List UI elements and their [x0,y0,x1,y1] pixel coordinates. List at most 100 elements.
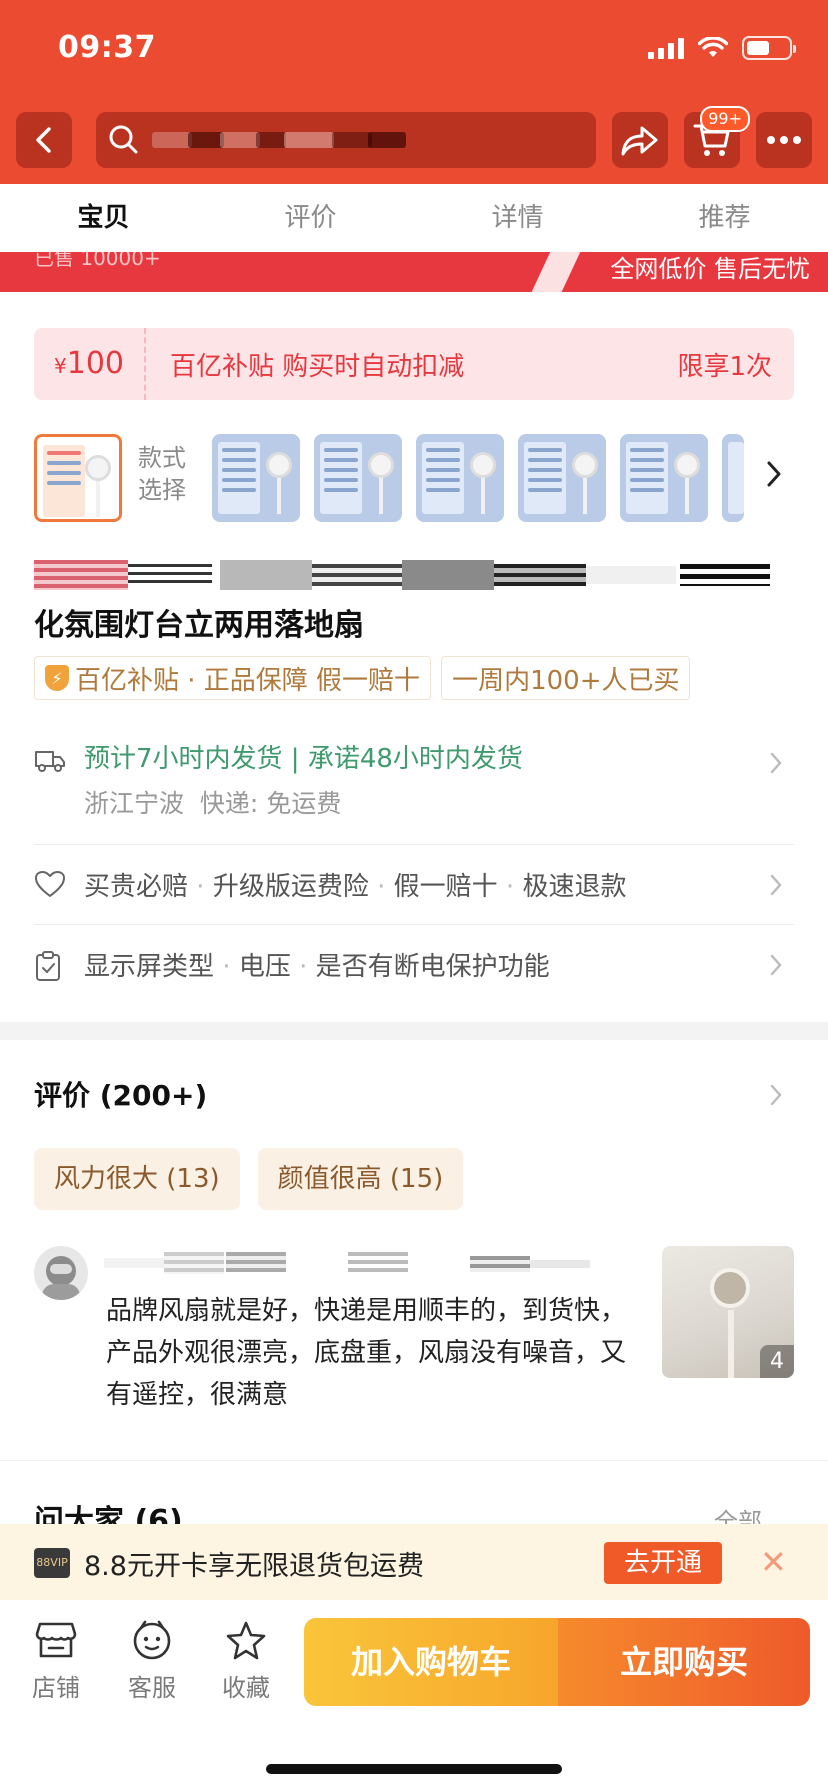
review-text: 品牌风扇就是好，快递是用顺丰的，到货快，产品外观很漂亮，底盘重，风扇没有噪音，又… [106,1296,627,1410]
style-select-label: 款式选择 [138,444,186,504]
tab-recommend[interactable]: 推荐 [621,184,828,252]
origin-city: 浙江宁波 [84,789,185,818]
clipboard-icon [36,951,60,981]
product-title: 化氛围灯台立两用落地扇 [34,608,364,643]
shipping-row[interactable]: 预计7小时内发货 | 承诺48小时内发货 浙江宁波 快递: 免运费 [34,738,794,838]
wifi-icon [698,37,728,57]
vip-badge-icon: 88VIP [34,1548,70,1578]
guarantee-list: 买贵必赔 · 升级版运费险 · 假一赔十 · 极速退款 [84,872,627,902]
close-icon[interactable]: ✕ [760,1544,787,1580]
heart-icon [35,871,65,897]
favorite-label: 收藏 [222,1674,270,1702]
more-dots-icon [767,136,801,144]
review-image[interactable]: 4 [662,1246,794,1378]
cellular-signal-icon [648,37,684,59]
customer-service-icon [133,1620,171,1660]
banner-decoration [526,252,584,292]
reviewer-avatar[interactable] [34,1246,88,1300]
coupon-currency: ¥ [54,354,67,378]
review-image-count: 4 [760,1345,794,1378]
tab-item[interactable]: 宝贝 [0,184,207,252]
share-icon [621,126,658,156]
star-icon [226,1621,266,1660]
review-chip[interactable]: 颜值很高 (15) [257,1148,464,1210]
style-thumb[interactable] [314,434,402,522]
cart-count-badge: 99+ [700,106,750,132]
favorite-button[interactable]: 收藏 [206,1620,286,1703]
guarantee-item: 升级版运费险 [212,872,369,902]
chevron-right-icon[interactable] [770,1084,782,1106]
tab-reviews[interactable]: 评价 [207,184,414,252]
vip-promo-text: 8.8元开卡享无限退货包运费 [84,1551,424,1582]
chevron-right-icon [770,954,782,976]
param-item: 显示屏类型 [84,952,215,982]
tag-text: 一周内100+人已买 [452,665,680,696]
params-list: 显示屏类型 · 电压 · 是否有断电保护功能 [84,952,550,982]
promo-banner: 已售 10000+ 全网低价 售后无忧 [0,252,828,292]
params-row[interactable]: 显示屏类型 · 电压 · 是否有断电保护功能 [34,946,794,986]
tab-details[interactable]: 详情 [414,184,621,252]
shop-button[interactable]: 店铺 [16,1620,96,1703]
coupon-value: 100 [66,346,124,381]
store-icon [35,1622,77,1658]
add-to-cart-button[interactable]: 加入购物车 [304,1618,558,1706]
share-button[interactable] [612,112,668,168]
divider [34,924,794,925]
style-thumb[interactable] [212,434,300,522]
style-thumb[interactable] [416,434,504,522]
search-box[interactable] [96,112,596,168]
param-item: 是否有断电保护功能 [315,952,550,982]
guarantee-item: 假一赔十 [393,872,498,902]
back-button[interactable] [16,112,72,168]
chevron-left-icon [36,127,51,153]
redacted-title-line [34,560,770,590]
status-icons [648,36,796,60]
style-thumb[interactable] [620,434,708,522]
shipping-estimate: 预计7小时内发货 | 承诺48小时内发货 [84,744,523,774]
guarantees-row[interactable]: 买贵必赔 · 升级版运费险 · 假一赔十 · 极速退款 [34,866,794,906]
review-keyword-chips: 风力很大 (13) 颜值很高 (15) [34,1148,464,1210]
vip-promo-bar: 88VIP 8.8元开卡享无限退货包运费 去开通 ✕ [0,1524,828,1600]
style-thumb-selected[interactable] [34,434,122,522]
review-chip[interactable]: 风力很大 (13) [34,1148,240,1210]
style-selector: 款式选择 [34,434,828,526]
vip-activate-button[interactable]: 去开通 [604,1542,722,1584]
divider [34,844,794,845]
guarantee-item: 买贵必赔 [84,872,189,902]
customer-service-label: 客服 [128,1674,176,1702]
status-time: 09:37 [58,30,156,65]
courier-label: 快递: [199,789,259,818]
chevron-right-icon [770,874,782,896]
nav-row: 99+ [0,106,828,168]
section-separator [0,1022,828,1040]
section-tabs: 宝贝 评价 详情 推荐 [0,184,828,252]
shop-label: 店铺 [32,1674,80,1702]
more-button[interactable] [756,112,812,168]
divider [0,1460,828,1461]
redacted-reviewer-name [104,1248,594,1278]
coupon-limit: 限享1次 [677,351,772,382]
customer-service-button[interactable]: 客服 [112,1620,192,1703]
product-tags: ⚡ 百亿补贴 · 正品保障 假一赔十 一周内100+人已买 [34,656,691,700]
subsidy-guarantee-tag[interactable]: ⚡ 百亿补贴 · 正品保障 假一赔十 [34,656,432,700]
style-thumb-partial[interactable] [722,434,744,522]
app-header: 09:37 99+ [0,0,828,184]
cart-button[interactable]: 99+ [684,106,750,168]
coupon-amount: ¥100 [34,328,146,400]
banner-text: 全网低价 售后无忧 [610,255,810,283]
sales-tag: 一周内100+人已买 [441,656,691,700]
reviews-title[interactable]: 评价 (200+) [34,1074,207,1114]
delivery-truck-icon [35,751,65,772]
sold-count-partial: 已售 10000+ [34,252,161,270]
style-thumb[interactable] [518,434,606,522]
coupon-description: 百亿补贴 购买时自动扣减 [170,351,465,382]
shipping-fee: 免运费 [266,789,342,818]
chevron-right-icon[interactable] [766,460,782,488]
subsidy-coupon[interactable]: ¥100 百亿补贴 购买时自动扣减 限享1次 [34,328,794,400]
tag-text: 百亿补贴 · 正品保障 假一赔十 [75,665,421,696]
lightning-shield-icon: ⚡ [45,665,69,691]
battery-icon [742,36,796,60]
param-item: 电压 [238,952,291,982]
shipping-origin: 浙江宁波 快递: 免运费 [84,784,341,820]
buy-now-button[interactable]: 立即购买 [558,1618,810,1706]
